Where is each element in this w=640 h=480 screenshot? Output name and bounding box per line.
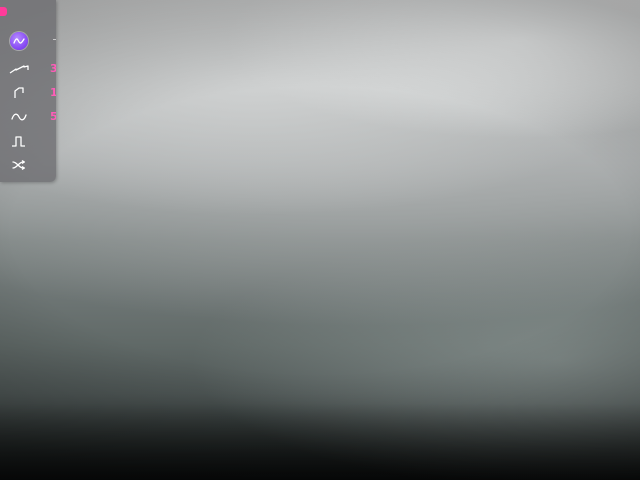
logo-wave-icon <box>13 38 25 44</box>
pulse-wave-icon <box>12 136 25 147</box>
pulse-wave-button[interactable] <box>7 130 31 152</box>
sine-wave-button[interactable] <box>7 106 31 128</box>
camera-view: 3 1 5 <box>0 0 640 480</box>
step-wave-button[interactable] <box>7 82 31 104</box>
sine-wave-icon <box>11 113 27 121</box>
waveform-toolbar: 3 1 5 <box>0 0 56 182</box>
shuffle-button[interactable] <box>7 154 31 176</box>
camera-vignette <box>0 0 640 480</box>
ramp-wave-value: 3 <box>50 63 56 75</box>
logo-tick-mark <box>53 39 56 40</box>
app-logo-button[interactable] <box>10 32 28 50</box>
step-wave-value: 1 <box>50 87 56 99</box>
toolbar-indicator-dot <box>0 7 7 16</box>
ramp-wave-icon <box>9 65 29 74</box>
shuffle-icon <box>12 160 26 170</box>
step-wave-icon <box>14 87 24 98</box>
sine-wave-value: 5 <box>50 111 56 123</box>
ramp-wave-button[interactable] <box>7 58 31 80</box>
